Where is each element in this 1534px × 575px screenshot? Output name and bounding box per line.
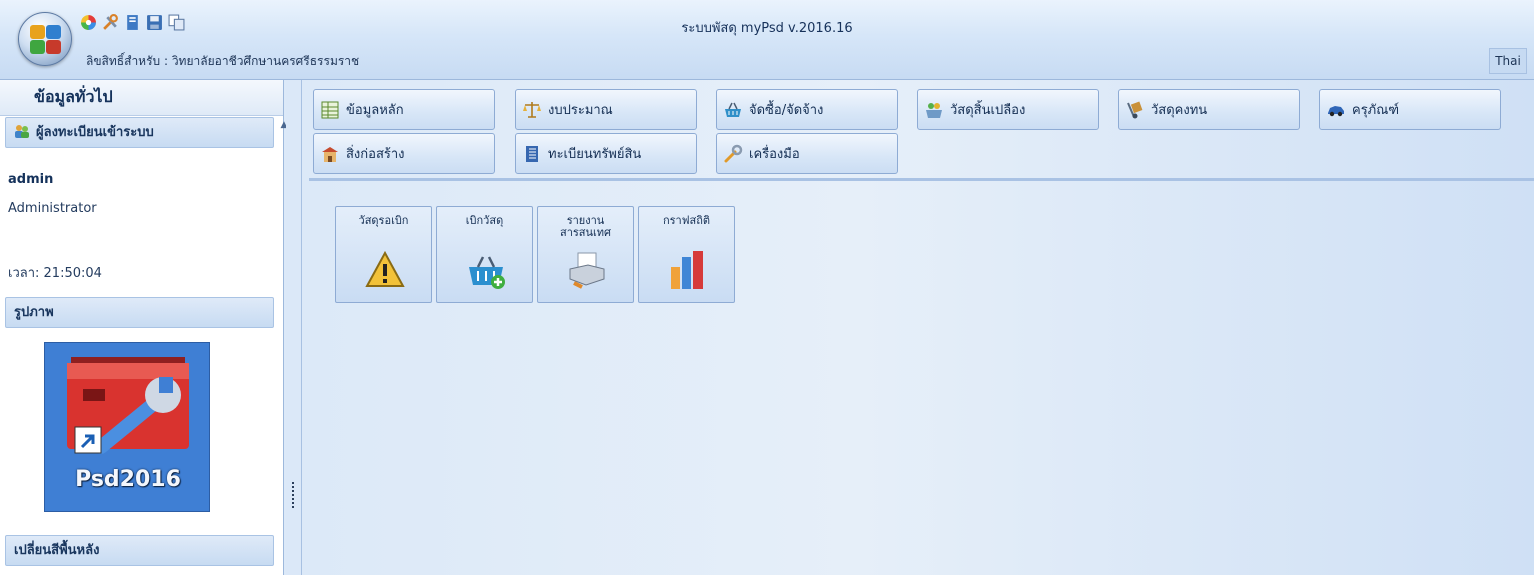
menu-button-procurement[interactable]: จัดซื้อ/จัดจ้าง xyxy=(716,89,898,130)
user-role: Administrator xyxy=(8,201,97,216)
tile-requisition[interactable]: เบิกวัสดุ xyxy=(436,206,533,303)
user-name: admin xyxy=(8,172,54,187)
menu-button-equipment[interactable]: ครุภัณฑ์ xyxy=(1319,89,1501,130)
users-icon xyxy=(15,125,29,138)
section-header-background[interactable]: เปลี่ยนสีพื้นหลัง xyxy=(5,535,274,566)
tile-label: วัสดุรอเบิก xyxy=(358,214,409,227)
tile-statistics-chart[interactable]: กราฟสถิติ xyxy=(638,206,735,303)
toolbar-divider xyxy=(309,178,1534,181)
tile-label: เบิกวัสดุ xyxy=(465,214,504,227)
sidebar: ข้อมูลทั่วไป ผู้ลงทะเบียนเข้าระบบ ▲ admi… xyxy=(0,80,287,575)
window-title: ระบบพัสดุ myPsd v.2016.16 xyxy=(681,21,853,36)
menu-button-budget[interactable]: งบประมาณ xyxy=(515,89,697,130)
license-text: ลิขสิทธิ์สำหรับ : วิทยาลัยอาชีวศึกษานครศ… xyxy=(86,54,360,68)
desktop-shortcut-image: Psd2016 xyxy=(44,342,210,512)
menu-button-label: งบประมาณ xyxy=(548,103,613,118)
basket-add-icon xyxy=(469,256,505,289)
table-icon xyxy=(321,101,339,118)
supplies-basket-icon xyxy=(926,102,942,118)
section-header-image[interactable]: รูปภาพ xyxy=(5,297,274,328)
menu-button-label: ทะเบียนทรัพย์สิน xyxy=(548,147,642,162)
menu-button-label: สิ่งก่อสร้าง xyxy=(346,147,405,162)
menu-button-label: จัดซื้อ/จัดจ้าง xyxy=(749,103,824,118)
language-indicator[interactable]: Thai xyxy=(1489,48,1527,74)
tile-pending-requisition[interactable]: วัสดุรอเบิก xyxy=(335,206,432,303)
title-bar: ระบบพัสดุ myPsd v.2016.16 ลิขสิทธิ์สำหรั… xyxy=(0,0,1534,80)
main-content: ข้อมูลหลัก งบประมาณ จัดซื้อ/จัดจ้าง วัสด… xyxy=(303,80,1534,575)
tile-label: รายงาน สารสนเทศ xyxy=(559,214,612,239)
building-icon xyxy=(322,146,338,162)
basket-icon xyxy=(725,102,741,117)
tile-label: กราฟสถิติ xyxy=(662,214,711,227)
shortcut-label: Psd2016 xyxy=(75,467,181,492)
ledger-icon xyxy=(526,145,538,162)
menu-button-tools[interactable]: เครื่องมือ xyxy=(716,133,898,174)
section-image-label: รูปภาพ xyxy=(14,305,54,320)
menu-button-label: วัสดุคงทน xyxy=(1151,103,1208,118)
menu-button-construction[interactable]: สิ่งก่อสร้าง xyxy=(313,133,495,174)
bar-chart-icon xyxy=(671,251,703,289)
menu-button-durables[interactable]: วัสดุคงทน xyxy=(1118,89,1300,130)
car-icon xyxy=(1328,105,1344,116)
hand-truck-icon xyxy=(1127,101,1143,118)
menu-button-master-data[interactable]: ข้อมูลหลัก xyxy=(313,89,495,130)
menu-button-label: เครื่องมือ xyxy=(749,147,800,162)
menu-button-label: วัสดุสิ้นเปลือง xyxy=(950,103,1026,118)
menu-button-label: ข้อมูลหลัก xyxy=(346,103,404,118)
scales-icon xyxy=(523,101,541,118)
clock-text: เวลา: 21:50:04 xyxy=(8,266,102,281)
tile-report[interactable]: รายงาน สารสนเทศ xyxy=(537,206,634,303)
wrench-icon xyxy=(724,144,743,162)
warning-icon xyxy=(365,250,405,287)
section-login-label: ผู้ลงทะเบียนเข้าระบบ xyxy=(36,125,154,140)
pane-splitter[interactable] xyxy=(286,80,302,575)
menu-button-label: ครุภัณฑ์ xyxy=(1352,103,1400,118)
menu-button-asset-register[interactable]: ทะเบียนทรัพย์สิน xyxy=(515,133,697,174)
printer-icon xyxy=(569,252,605,289)
toolbox-wrench-icon xyxy=(67,357,189,454)
section-background-label: เปลี่ยนสีพื้นหลัง xyxy=(14,543,100,558)
splitter-grip[interactable] xyxy=(292,482,295,508)
menu-button-consumables[interactable]: วัสดุสิ้นเปลือง xyxy=(917,89,1099,130)
section-header-login[interactable]: ผู้ลงทะเบียนเข้าระบบ xyxy=(5,117,274,148)
sidebar-title: ข้อมูลทั่วไป xyxy=(0,80,283,116)
